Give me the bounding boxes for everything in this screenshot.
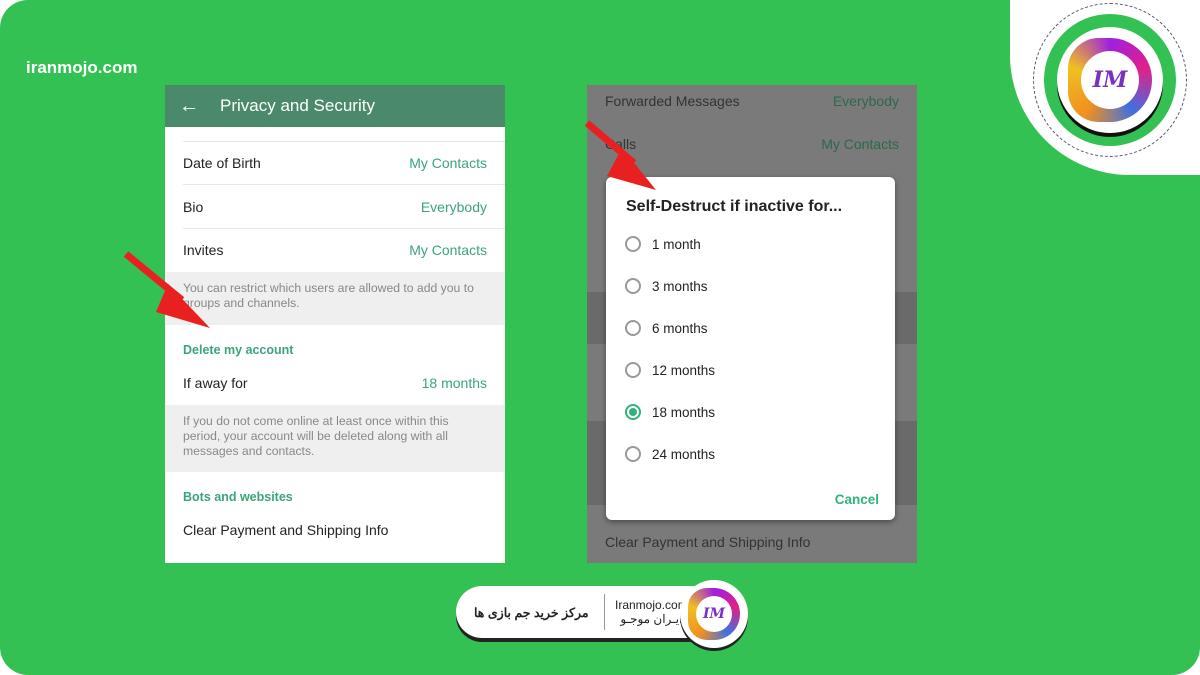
option-18-months[interactable]: 18 months (625, 404, 715, 420)
row-clear-payment[interactable]: Clear Payment and Shipping Info (183, 522, 487, 538)
option-label: 18 months (652, 404, 716, 420)
cancel-button[interactable]: Cancel (835, 492, 879, 507)
footer-logo-text: IM (696, 596, 732, 632)
row-if-away-for[interactable]: If away for 18 months (183, 375, 487, 391)
option-label: 24 months (652, 446, 716, 462)
self-destruct-dialog: Self-Destruct if inactive for... 1 month… (606, 177, 895, 520)
tagline: مرکز خرید جم بازی ها (474, 605, 589, 620)
row-value: Everybody (832, 93, 899, 109)
away-note: If you do not come online at least once … (165, 405, 505, 472)
section-bots-websites: Bots and websites (183, 490, 293, 504)
option-6-months[interactable]: 6 months (625, 320, 708, 336)
row-label: Clear Payment and Shipping Info (605, 534, 811, 550)
row-label: If away for (183, 375, 248, 391)
option-label: 3 months (652, 278, 708, 294)
dialog-title: Self-Destruct if inactive for... (626, 198, 843, 215)
radio-icon[interactable] (625, 362, 641, 378)
option-label: 12 months (652, 362, 716, 378)
site-label: iranmojo.com (26, 58, 138, 77)
footer-domain: Iranmojo.com (615, 598, 688, 612)
radio-icon[interactable] (625, 236, 641, 252)
row-value: My Contacts (821, 136, 899, 152)
option-1-month[interactable]: 1 month (625, 236, 701, 252)
row-date-of-birth[interactable]: Date of Birth My Contacts (183, 155, 487, 171)
row-value: Everybody (420, 199, 487, 215)
row-label: Clear Payment and Shipping Info (183, 522, 389, 538)
app-header: ← Privacy and Security (165, 85, 505, 127)
row-label: Bio (183, 199, 204, 215)
option-label: 6 months (652, 320, 708, 336)
row-value: My Contacts (409, 242, 487, 258)
radio-icon[interactable] (625, 446, 641, 462)
row-label: Date of Birth (183, 155, 261, 171)
option-24-months[interactable]: 24 months (625, 446, 715, 462)
row-value: My Contacts (409, 155, 487, 171)
back-arrow-icon[interactable]: ← (165, 95, 220, 118)
row-clear-payment: Clear Payment and Shipping Info (605, 534, 899, 550)
page-title: Privacy and Security (220, 96, 375, 115)
option-label: 1 month (652, 236, 701, 252)
red-arrow-icon (584, 120, 656, 190)
radio-icon[interactable] (625, 278, 641, 294)
iranmojo-logo: IM (1033, 3, 1187, 157)
privacy-screen: ← Privacy and Security Date of Birth My C… (165, 85, 505, 563)
row-value: 18 months (421, 375, 487, 391)
red-arrow-icon (123, 251, 210, 328)
row-label: Forwarded Messages (605, 93, 740, 109)
invites-note: You can restrict which users are allowed… (165, 272, 505, 325)
row-forwarded-messages: Forwarded Messages Everybody (605, 93, 899, 109)
logo-text: IM (1081, 51, 1139, 109)
option-12-months[interactable]: 12 months (625, 362, 715, 378)
row-bio[interactable]: Bio Everybody (183, 199, 487, 215)
radio-icon[interactable] (625, 320, 641, 336)
radio-selected-icon[interactable] (625, 404, 641, 420)
footer-logo: IM (680, 580, 748, 648)
footer-brand: ایـران موجـو (620, 612, 683, 626)
option-3-months[interactable]: 3 months (625, 278, 708, 294)
row-invites[interactable]: Invites My Contacts (183, 242, 487, 258)
section-delete-account: Delete my account (183, 343, 294, 357)
